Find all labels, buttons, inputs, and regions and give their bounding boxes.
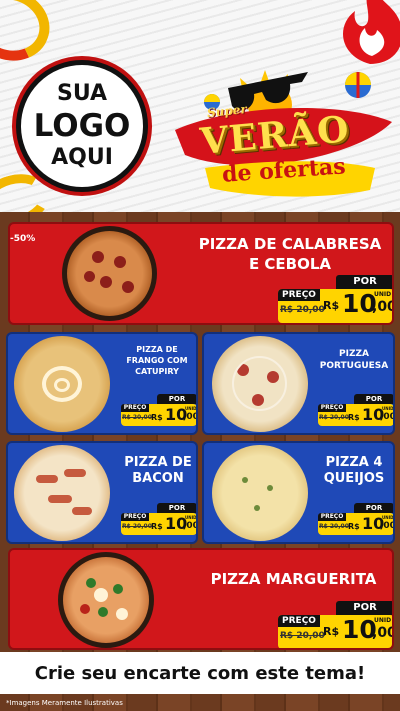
product-name-line: PIZZA DE	[124, 455, 192, 470]
logo-placeholder: SUA LOGO AQUI	[16, 60, 148, 192]
old-price: R$ 20,00	[319, 414, 349, 421]
unit-label: UNID	[382, 515, 394, 520]
product-name-line: PORTUGUESA	[319, 361, 389, 371]
price-por-label: POR	[157, 394, 196, 404]
old-price: R$ 20,00	[122, 414, 152, 421]
price-tag: POR PREÇO R$ 20,00 R$ 10 ,00 UNID	[318, 503, 395, 535]
old-price: R$ 20,00	[280, 631, 325, 641]
product-name-line: PIZZA DE	[136, 345, 178, 354]
product-card: PIZZA DE BACON POR PREÇO R$ 20,00 R$ 10 …	[6, 441, 198, 544]
unit-label: UNID	[382, 406, 394, 411]
currency: R$	[151, 413, 163, 422]
price-preco-label: PREÇO	[318, 513, 346, 521]
promo-banner: Super VERÃO de ofertas	[170, 60, 395, 210]
currency: R$	[323, 625, 340, 638]
product-card: PIZZA PORTUGUESA POR PREÇO R$ 20,00 R$ 1…	[202, 332, 395, 435]
logo-text: LOGO	[33, 108, 131, 144]
pizza-image	[62, 226, 157, 321]
product-card: PIZZA MARGUERITA POR PREÇO R$ 20,00 R$ 1…	[8, 548, 394, 650]
pizza-image	[58, 552, 154, 648]
price-tag: POR PREÇO R$ 20,00 R$ 10 ,00 UNID	[278, 601, 392, 648]
old-price: R$ 20,00	[319, 523, 349, 530]
unit-label: UNID	[374, 291, 392, 298]
price-por-label: POR	[157, 503, 196, 513]
product-name-line: PIZZA DE CALABRESA	[198, 235, 382, 253]
price-tag: POR PREÇO R$ 20,00 R$ 10 ,00 UNID	[121, 394, 198, 426]
product-name-line: PIZZA 4	[325, 455, 383, 470]
product-name-line: FRANGO COM	[126, 356, 188, 365]
logo-text: AQUI	[51, 145, 113, 170]
product-name-line: BACON	[132, 471, 184, 486]
logo-text: SUA	[56, 81, 108, 106]
currency: R$	[348, 522, 360, 531]
pizza-image	[14, 445, 110, 541]
product-name: PIZZA PORTUGUESA	[314, 348, 393, 372]
pizza-image	[14, 336, 110, 432]
product-name: PIZZA DE BACON	[118, 455, 196, 487]
product-name-line: CATUPIRY	[135, 367, 179, 376]
currency: R$	[348, 413, 360, 422]
price-tag: POR PREÇO R$ 20,00 R$ 10 ,00 UNID	[318, 394, 395, 426]
product-card: PIZZA 4 QUEIJOS POR PREÇO R$ 20,00 R$ 10…	[202, 441, 395, 544]
price-por-label: POR	[354, 503, 393, 513]
product-name: PIZZA DE FRANGO COM CATUPIRY	[116, 344, 196, 377]
price-por-label: POR	[354, 394, 393, 404]
price-preco-label: PREÇO	[278, 615, 320, 627]
currency: R$	[323, 299, 340, 312]
new-price-cents: ,00	[380, 521, 395, 531]
product-card: PIZZA DE CALABRESA E CEBOLA POR PREÇO R$…	[8, 222, 394, 325]
product-name: PIZZA MARGUERITA	[210, 570, 377, 588]
old-price: R$ 20,00	[280, 305, 325, 315]
pizza-image	[212, 445, 308, 541]
product-name: PIZZA 4 QUEIJOS	[314, 455, 393, 487]
discount-badge: -50%	[10, 234, 36, 244]
product-name-line: QUEIJOS	[323, 471, 385, 486]
new-price-cents: ,00	[380, 412, 395, 422]
price-preco-label: PREÇO	[278, 289, 320, 301]
header: SUA LOGO AQUI Super VERÃO de ofertas	[0, 0, 400, 212]
new-price-cents: ,00	[183, 521, 198, 531]
old-price: R$ 20,00	[122, 523, 152, 530]
currency: R$	[151, 522, 163, 531]
price-preco-label: PREÇO	[121, 513, 149, 521]
flame-icon	[343, 0, 400, 64]
price-por-label: POR	[336, 601, 392, 615]
price-preco-label: PREÇO	[121, 404, 149, 412]
new-price-cents: ,00	[372, 299, 392, 315]
new-price-cents: ,00	[183, 412, 198, 422]
unit-label: UNID	[185, 515, 197, 520]
price-tag: POR PREÇO R$ 20,00 R$ 10 ,00 UNID	[278, 275, 392, 323]
product-card: PIZZA DE FRANGO COM CATUPIRY POR PREÇO R…	[6, 332, 198, 435]
new-price-cents: ,00	[372, 625, 392, 641]
product-name-line: PIZZA	[339, 349, 369, 359]
decorative-swirl	[0, 0, 60, 72]
product-name: PIZZA DE CALABRESA E CEBOLA	[190, 234, 390, 274]
price-preco-label: PREÇO	[318, 404, 346, 412]
unit-label: UNID	[185, 406, 197, 411]
pizza-image	[212, 336, 308, 432]
unit-label: UNID	[374, 617, 392, 624]
flyer: SUA LOGO AQUI Super VERÃO de ofertas PIZ…	[0, 0, 400, 711]
price-tag: POR PREÇO R$ 20,00 R$ 10 ,00 UNID	[121, 503, 198, 535]
price-por-label: POR	[336, 275, 392, 289]
product-name-line: E CEBOLA	[248, 255, 332, 273]
footnote: *Imagens Meramente Ilustrativas	[6, 699, 123, 707]
call-to-action-banner: Crie seu encarte com este tema!	[0, 652, 400, 694]
